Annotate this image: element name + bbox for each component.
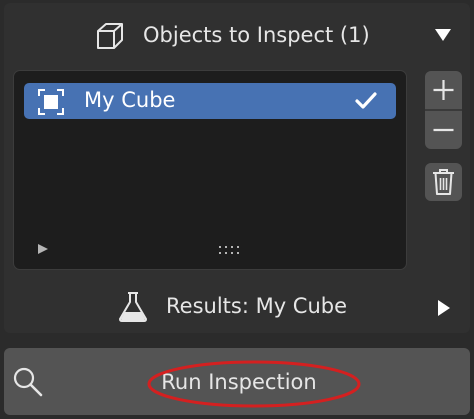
minus-icon <box>433 128 454 132</box>
check-icon[interactable] <box>355 91 377 111</box>
clear-list-button[interactable] <box>425 163 462 201</box>
cube-icon <box>97 23 123 49</box>
plus-icon <box>433 80 454 100</box>
list-item-label: My Cube <box>84 88 176 112</box>
objects-panel: Objects to Inspect (1) My Cube Results: … <box>4 3 470 333</box>
triangle-right-small-icon[interactable] <box>37 243 49 255</box>
remove-item-button[interactable] <box>425 111 462 149</box>
trash-icon <box>433 169 454 195</box>
flask-icon <box>119 292 147 322</box>
add-item-button[interactable] <box>425 71 462 109</box>
objects-section-title: Objects to Inspect (1) <box>143 23 370 47</box>
results-section-title: Results: My Cube <box>166 294 348 318</box>
results-section-header[interactable]: Results: My Cube <box>4 286 470 328</box>
red-oval-highlight <box>147 360 361 408</box>
object-selection-icon <box>38 89 64 115</box>
resize-grip-icon[interactable] <box>218 244 240 256</box>
triangle-down-icon[interactable] <box>434 28 452 42</box>
triangle-right-icon[interactable] <box>437 299 451 317</box>
object-list[interactable]: My Cube <box>13 70 407 270</box>
run-inspection-button[interactable]: Run Inspection <box>4 348 470 415</box>
add-remove-group <box>425 71 462 149</box>
objects-section-header[interactable]: Objects to Inspect (1) <box>4 3 470 67</box>
list-item-my-cube[interactable]: My Cube <box>24 83 396 119</box>
